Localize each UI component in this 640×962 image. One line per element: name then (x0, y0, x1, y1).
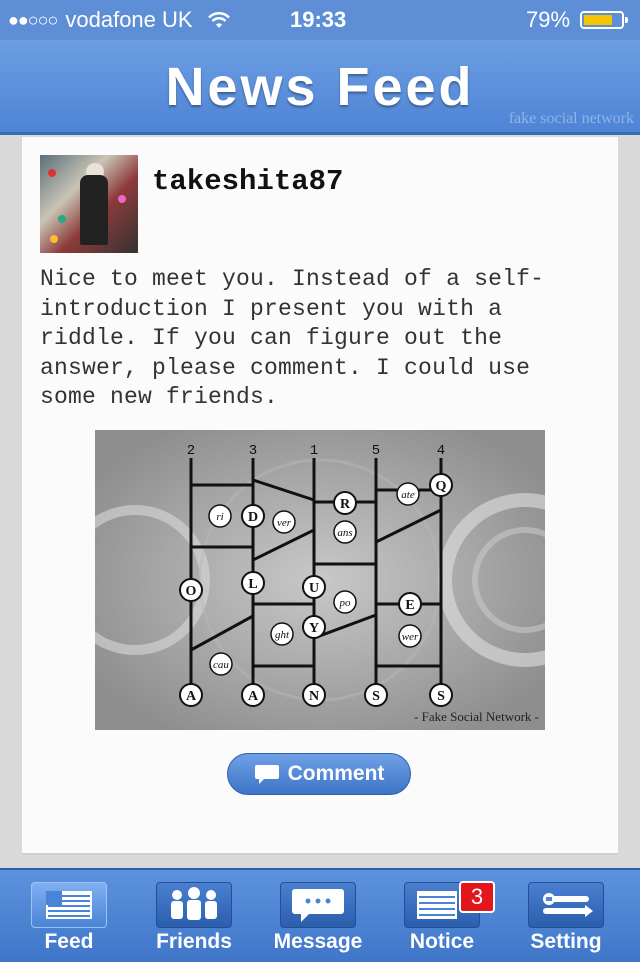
battery-icon (580, 11, 628, 29)
riddle-circle: ri (216, 511, 223, 523)
riddle-answer-letter: N (309, 689, 319, 704)
tab-label: Setting (530, 930, 602, 953)
riddle-circle: ver (277, 517, 292, 529)
feed-post: takeshita87 Nice to meet you. Instead of… (22, 137, 618, 855)
riddle-circle: L (248, 577, 257, 592)
comment-button-label: Comment (287, 762, 385, 785)
tab-feed[interactable]: Feed (5, 870, 133, 962)
clock: 19:33 (290, 7, 347, 32)
tab-message[interactable]: Message (254, 870, 382, 962)
riddle-circle: Y (309, 621, 319, 636)
riddle-answer-letter: A (248, 689, 259, 704)
riddle-circle: cau (213, 659, 229, 671)
post-username[interactable]: takeshita87 (152, 165, 343, 198)
tab-label: Message (273, 930, 363, 953)
riddle-top-number: 3 (249, 443, 257, 459)
tab-friends[interactable]: Friends (130, 870, 258, 962)
chat-bubble-icon (292, 889, 344, 922)
riddle-circle: R (340, 497, 351, 512)
post-text: Nice to meet you. Instead of a self-intr… (40, 266, 545, 410)
riddle-circle: ans (337, 527, 352, 539)
riddle-top-number: 2 (187, 443, 195, 459)
riddle-top-number: 5 (372, 443, 380, 459)
riddle-circle: E (405, 598, 414, 613)
riddle-answer-letter: A (186, 689, 197, 704)
riddle-circle: wer (402, 631, 419, 643)
comment-button[interactable]: Comment (227, 753, 411, 795)
post-divider (22, 853, 618, 855)
riddle-circle: O (186, 584, 197, 599)
riddle-image: 2 3 1 5 4 Q ate R ans ri D ver O L U po … (95, 430, 545, 730)
comment-bubble-icon (254, 765, 279, 784)
riddle-circle: Q (436, 479, 447, 494)
riddle-top-number: 1 (310, 443, 318, 459)
avatar[interactable] (40, 155, 138, 253)
tab-label: Notice (409, 930, 475, 953)
riddle-circle: ght (275, 629, 290, 641)
riddle-answer-letter: S (437, 689, 445, 704)
riddle-top-number: 4 (437, 443, 445, 459)
riddle-circle: ate (401, 489, 415, 501)
tab-label: Friends (156, 930, 232, 953)
riddle-watermark: - Fake Social Network - (414, 709, 539, 724)
tab-label: Feed (44, 930, 94, 953)
riddle-answer-letter: S (372, 689, 380, 704)
riddle-circle: U (309, 581, 319, 596)
newspaper-icon (46, 891, 92, 919)
riddle-circle: D (248, 510, 258, 525)
battery-percentage: 79% (526, 7, 571, 32)
tab-notice[interactable]: 3 Notice (378, 870, 506, 962)
tools-icon (543, 893, 593, 917)
notification-badge: 3 (459, 881, 495, 913)
battery-level (584, 15, 612, 25)
page-title: News Feed (165, 57, 475, 117)
people-icon (171, 887, 217, 920)
carrier-name: vodafone UK (65, 7, 193, 32)
signal-strength-indicator: ●●○○○ (8, 9, 58, 30)
brand-watermark: fake social network (508, 110, 634, 127)
riddle-circle: po (339, 597, 352, 609)
riddle-diagram: 2 3 1 5 4 Q ate R ans ri D ver O L U po … (95, 430, 545, 730)
status-bar: ●●○○○ vodafone UK 19:33 79% (0, 0, 640, 40)
app-header: News Feed fake social network (0, 40, 640, 135)
wifi-icon (207, 12, 230, 28)
tab-bar: Feed Friends Message 3 Notice Setting (0, 868, 640, 962)
tab-setting[interactable]: Setting (502, 870, 630, 962)
